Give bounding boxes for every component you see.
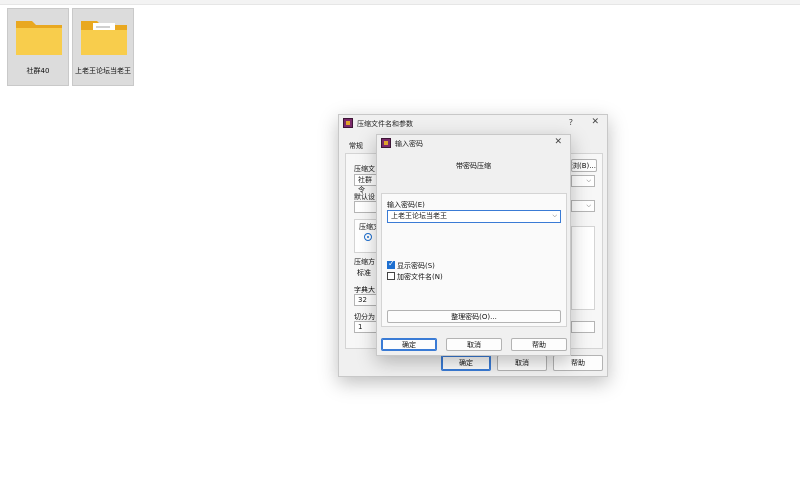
desktop-folder-1[interactable]: 社群40 [7,8,69,86]
dictionary-field[interactable]: 32 [354,294,378,306]
password-dialog: 输入密码 ✕ 带密码压缩 输入密码(E) 上老王论坛当老王 ⌵ 显示密码(S) … [376,134,571,356]
password-input-value: 上老王论坛当老王 [391,212,447,220]
folder-icon [16,21,62,55]
browse-button[interactable]: 浏(B)... [571,159,597,172]
options-group [571,226,595,310]
password-ok-button[interactable]: 确定 [381,338,437,351]
archive-help-button[interactable]: 帮助 [553,355,603,371]
tab-general[interactable]: 常规 [349,141,363,151]
password-cancel-button[interactable]: 取消 [446,338,502,351]
desktop-folder-2[interactable]: 上老王论坛当老王 [72,8,134,86]
archive-name-field[interactable]: 社群令 [354,174,378,194]
format-radio[interactable] [364,233,372,241]
profile-field[interactable] [354,201,378,213]
password-input[interactable]: 上老王论坛当老王 ⌵ [387,210,561,223]
folder-label: 社群40 [26,67,50,75]
method-value[interactable]: 标准 [357,268,371,278]
archive-name-label: 压缩文 [354,165,375,173]
archive-cancel-button[interactable]: 取消 [497,355,547,371]
folder-icon [81,21,127,55]
password-input-label: 输入密码(E) [387,201,425,209]
archive-dialog-titlebar: 压缩文件名和参数 ? ✕ [339,115,607,133]
winrar-icon [381,138,391,148]
password-subtitle: 带密码压缩 [456,162,491,170]
top-border [0,0,800,5]
profile-dropdown[interactable]: ⌵ [571,200,595,212]
encrypt-filenames-label: 加密文件名(N) [397,273,443,281]
close-icon[interactable]: ✕ [554,137,562,147]
password-dialog-title: 输入密码 [395,140,423,148]
split-field[interactable]: 1 [354,321,378,333]
archive-name-dropdown[interactable]: ⌵ [571,175,595,187]
show-password-label: 显示密码(S) [397,262,435,270]
chevron-down-icon: ⌵ [586,202,591,209]
show-password-checkbox[interactable] [387,259,395,269]
password-dialog-titlebar: 输入密码 ✕ [377,135,570,153]
encrypt-filenames-checkbox[interactable] [387,272,395,280]
organize-passwords-button[interactable]: 整理密码(O)... [387,310,561,323]
chevron-down-icon: ⌵ [586,177,591,184]
help-icon[interactable]: ? [569,118,573,127]
archive-dialog-title: 压缩文件名和参数 [357,120,413,128]
split-unit-field[interactable] [571,321,595,333]
password-help-button[interactable]: 帮助 [511,338,567,351]
close-icon[interactable]: ✕ [591,117,599,127]
winrar-icon [343,118,353,128]
archive-ok-button[interactable]: 确定 [441,355,491,371]
method-label: 压缩方 [354,258,375,266]
chevron-down-icon[interactable]: ⌵ [552,211,557,221]
folder-label: 上老王论坛当老王 [75,67,131,75]
